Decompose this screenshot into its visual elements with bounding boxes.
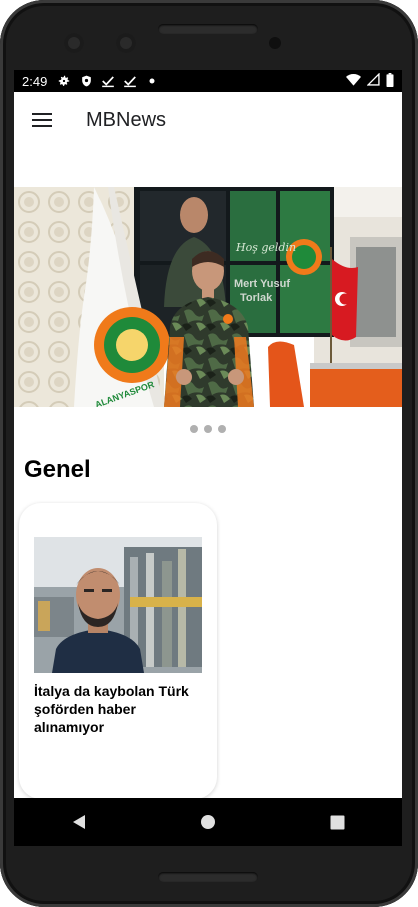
- banner-line3: Torlak: [240, 292, 273, 304]
- top-speaker: [158, 24, 258, 34]
- settings-icon: [57, 74, 71, 88]
- phone-screen: 2:49 MBNews Hoş geldin Mert Yusuf Torlak…: [14, 70, 402, 845]
- hamburger-menu-icon[interactable]: [14, 92, 70, 148]
- app-title: MBNews: [86, 108, 167, 131]
- shield-icon: [79, 74, 93, 88]
- carousel-dot[interactable]: [190, 425, 198, 433]
- banner-line2: Mert Yusuf: [234, 278, 290, 290]
- check-download-icon: [101, 74, 115, 88]
- front-camera-icon: [116, 33, 136, 53]
- dot-icon: [145, 74, 159, 88]
- bottom-speaker: [158, 872, 258, 882]
- check-download-icon: [123, 74, 137, 88]
- recents-square-icon[interactable]: [313, 798, 361, 846]
- proximity-sensor: [269, 37, 281, 49]
- system-nav-bar: [14, 798, 402, 846]
- home-circle-icon[interactable]: [184, 798, 232, 846]
- wifi-icon: [346, 73, 361, 89]
- carousel-dot[interactable]: [204, 425, 212, 433]
- news-carousel[interactable]: Hoş geldin Mert Yusuf Torlak ALANYASPOR: [14, 187, 402, 407]
- news-card-image: [34, 537, 202, 673]
- banner-line1: Hoş geldin: [235, 241, 296, 254]
- status-time: 2:49: [22, 73, 48, 89]
- cell-signal-icon: [366, 72, 380, 89]
- carousel-indicator: [14, 425, 402, 433]
- back-triangle-icon[interactable]: [55, 798, 103, 846]
- status-bar: 2:49: [14, 70, 402, 92]
- app-bar: MBNews: [14, 92, 402, 148]
- battery-icon: [386, 72, 394, 90]
- news-card[interactable]: İtalya da kaybolan Türk şoförden haber a…: [19, 503, 217, 799]
- news-card-headline: İtalya da kaybolan Türk şoförden haber a…: [34, 683, 189, 735]
- carousel-dot[interactable]: [218, 425, 226, 433]
- section-title: Genel: [24, 456, 91, 483]
- carousel-image: Hoş geldin Mert Yusuf Torlak ALANYASPOR: [14, 187, 402, 407]
- front-camera-icon: [64, 33, 84, 53]
